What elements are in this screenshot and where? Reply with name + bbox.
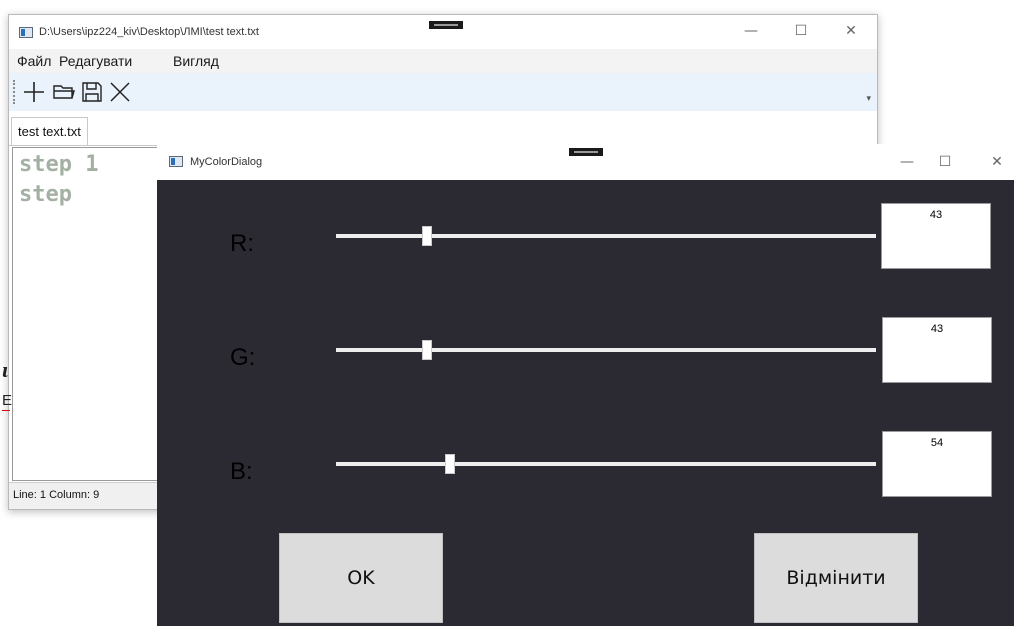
green-slider[interactable] (336, 340, 876, 360)
tab-strip: test text.txt (9, 111, 877, 146)
blue-slider[interactable] (336, 454, 876, 474)
menu-bar: Файл Редагувати Вигляд (9, 49, 877, 73)
tab-test-text[interactable]: test text.txt (11, 117, 88, 145)
ok-button[interactable]: OK (279, 533, 443, 623)
slider-track (336, 348, 876, 352)
slider-thumb[interactable] (422, 226, 433, 246)
text-editor[interactable]: step 1 step (12, 147, 162, 481)
background-text-fragment: Е (2, 392, 13, 411)
color-dialog: MyColorDialog — ☐ ✕ R: 43 G: 43 B: 54 OK… (157, 144, 1014, 626)
slider-track (336, 234, 876, 238)
maximize-button[interactable]: ☐ (781, 21, 821, 41)
green-label: G: (230, 344, 256, 371)
menu-view[interactable]: Вигляд (173, 53, 219, 69)
app-window-icon (169, 156, 183, 167)
menu-file[interactable]: Файл (17, 53, 51, 69)
code-line: step 1 (19, 152, 99, 177)
close-icon[interactable] (107, 79, 133, 105)
cursor-position: Line: 1 Column: 9 (13, 489, 100, 501)
red-slider[interactable] (336, 226, 876, 246)
blue-value-field[interactable]: 54 (882, 431, 992, 497)
toolbar-grip-icon[interactable] (13, 80, 17, 104)
minimize-button[interactable]: — (887, 152, 927, 172)
slider-track (336, 462, 876, 466)
editor-title-bar[interactable]: D:\Users\ipz224_kiv\Desktop\ЛМІ\test tex… (9, 15, 877, 49)
toolbar-overflow-icon[interactable]: ▾ (866, 93, 871, 104)
dialog-title: MyColorDialog (190, 156, 263, 168)
save-icon[interactable] (79, 79, 105, 105)
status-bar: Line: 1 Column: 9 (9, 482, 159, 509)
drag-handle-icon[interactable] (429, 21, 463, 29)
background-text-fragment: ɩ (2, 357, 9, 382)
editor-title: D:\Users\ipz224_kiv\Desktop\ЛМІ\test tex… (39, 26, 259, 38)
slider-thumb[interactable] (422, 340, 433, 360)
slider-thumb[interactable] (445, 454, 456, 474)
app-window-icon (19, 27, 33, 38)
green-value-field[interactable]: 43 (882, 317, 992, 383)
open-folder-icon[interactable] (51, 79, 77, 105)
code-line: step (19, 182, 72, 207)
minimize-button[interactable]: — (731, 21, 771, 41)
red-label: R: (230, 230, 254, 257)
red-value-field[interactable]: 43 (881, 203, 991, 269)
blue-label: B: (230, 458, 253, 485)
drag-handle-icon[interactable] (569, 148, 603, 156)
menu-edit[interactable]: Редагувати (59, 53, 132, 69)
close-button[interactable]: ✕ (977, 152, 1014, 172)
new-icon[interactable] (21, 79, 47, 105)
cancel-button[interactable]: Відмінити (754, 533, 918, 623)
close-button[interactable]: ✕ (831, 21, 871, 41)
maximize-button[interactable]: ☐ (925, 152, 965, 172)
toolbar: ▾ (9, 73, 877, 111)
dialog-title-bar[interactable]: MyColorDialog — ☐ ✕ (157, 144, 1014, 180)
